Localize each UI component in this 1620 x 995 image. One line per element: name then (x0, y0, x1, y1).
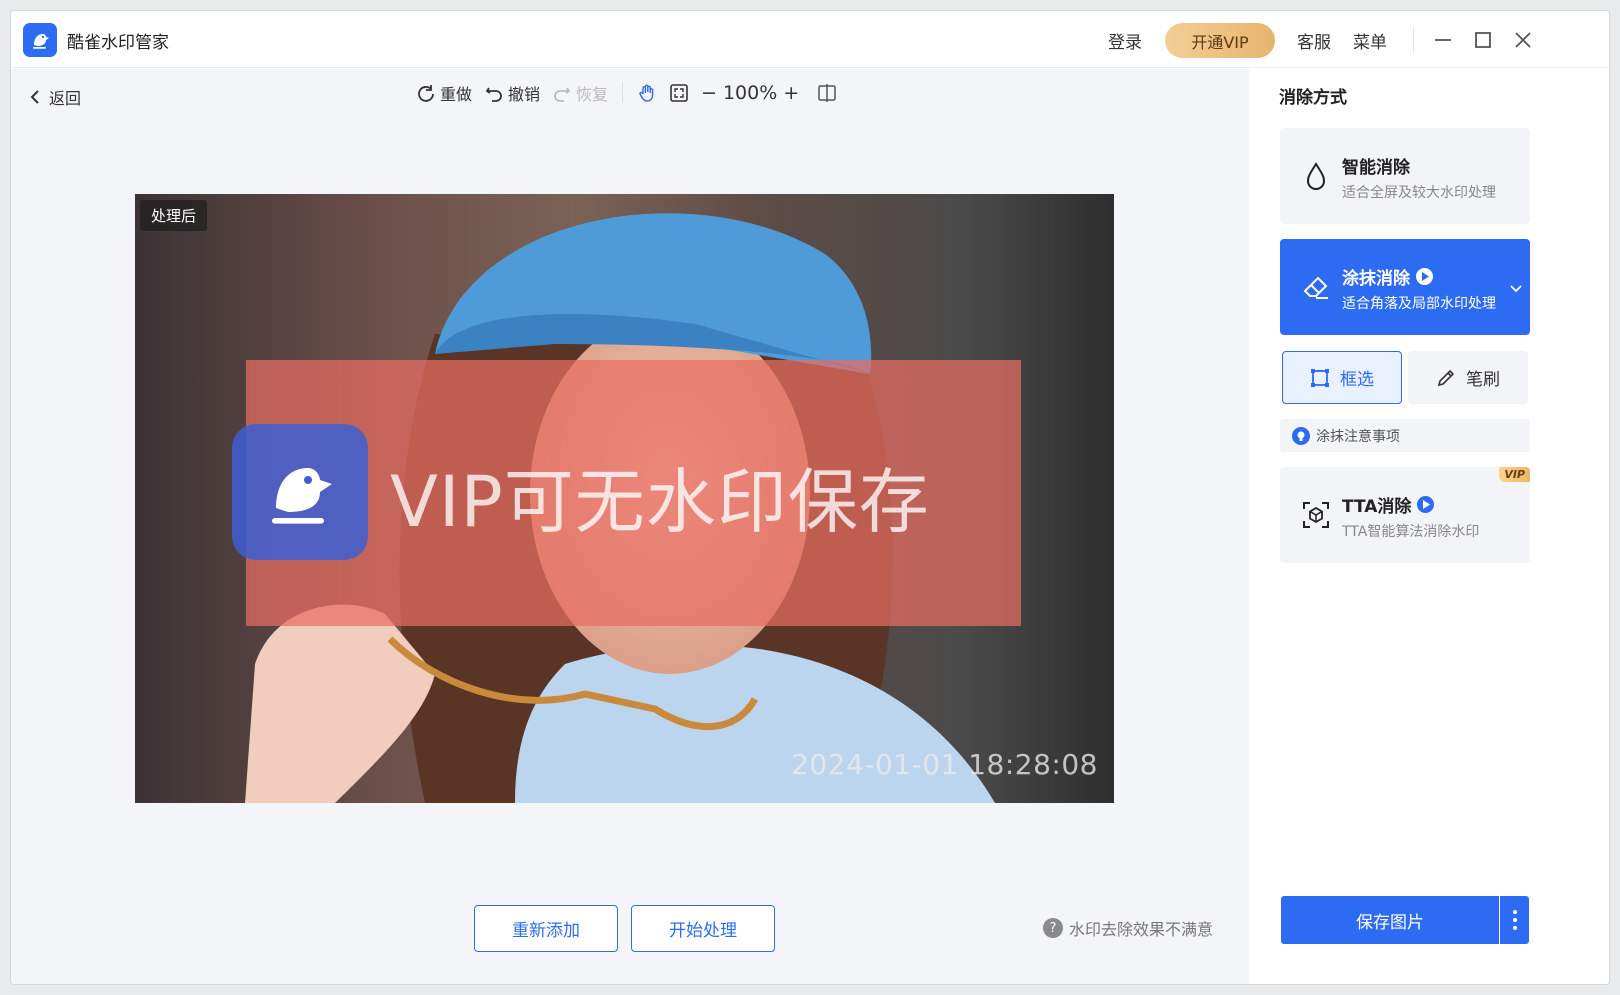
more-options-icon[interactable] (1500, 896, 1529, 944)
zoom-level: 100% (722, 82, 778, 104)
panel-title: 消除方式 (1279, 88, 1347, 108)
feedback-label: 水印去除效果不满意 (1069, 920, 1214, 939)
chevron-left-icon (30, 90, 39, 104)
watermark-logo-icon (232, 424, 368, 560)
divider (1413, 26, 1414, 54)
box-select-icon (1311, 368, 1329, 387)
notice-label: 涂抹注意事项 (1316, 428, 1400, 445)
fit-screen-icon (669, 83, 689, 103)
compare-button[interactable] (817, 83, 837, 103)
preview-image[interactable]: 处理后 VIP可无水印保存 2024-01-01 18:28:08 (135, 194, 1114, 803)
question-icon: ? (1043, 918, 1063, 938)
hand-tool-button[interactable] (637, 83, 657, 103)
brush-mode-button[interactable]: 笔刷 (1408, 351, 1528, 404)
start-processing-button[interactable]: 开始处理 (631, 905, 775, 952)
zoom-in-icon[interactable]: + (783, 82, 799, 104)
toolbar-divider (622, 83, 624, 103)
removal-method-panel: 消除方式 智能消除 适合全屏及较大水印处理 涂抹消除 适合角落及局部水印处理 框… (1249, 69, 1609, 984)
login-link[interactable]: 登录 (1108, 28, 1142, 53)
processed-badge: 处理后 (140, 200, 208, 231)
re-add-button[interactable]: 重新添加 (474, 905, 618, 952)
undo-label: 撤销 (508, 85, 541, 104)
open-vip-button[interactable]: 开通VIP (1165, 23, 1275, 58)
method-name: TTA消除 (1342, 497, 1412, 517)
play-tutorial-icon[interactable] (1417, 496, 1435, 513)
title-bar: 酷雀水印管家 登录 开通VIP 客服 菜单 (11, 11, 1609, 68)
method-name: 涂抹消除 (1342, 269, 1410, 289)
edit-toolbar: 重做 撤销 恢复 − 100% + (416, 79, 849, 107)
canvas-area: 返回 重做 撤销 恢复 − 100% + 处理后 VIP可无水印保存 2024-… (11, 69, 1249, 984)
redo-icon (416, 83, 436, 103)
redo-button[interactable]: 重做 (416, 81, 472, 105)
minimize-icon[interactable] (1429, 26, 1457, 54)
box-select-label: 框选 (1340, 370, 1374, 390)
undo-button[interactable]: 撤销 (484, 81, 540, 105)
method-tta-remove[interactable]: VIP TTA消除 TTA智能算法消除水印 (1280, 467, 1530, 563)
compare-icon (817, 83, 837, 103)
play-tutorial-icon[interactable] (1416, 268, 1433, 285)
smear-notice-link[interactable]: 涂抹注意事项 (1280, 419, 1530, 452)
scan-cube-icon (1300, 499, 1332, 531)
customer-service-link[interactable]: 客服 (1297, 28, 1331, 53)
menu-link[interactable]: 菜单 (1353, 28, 1387, 53)
chevron-down-icon[interactable] (1510, 279, 1522, 298)
tip-icon (1292, 426, 1310, 445)
redo-label: 重做 (440, 85, 473, 104)
photo-timestamp: 2024-01-01 18:28:08 (791, 748, 1098, 781)
method-smart-remove[interactable]: 智能消除 适合全屏及较大水印处理 (1280, 128, 1530, 224)
zoom-out-icon[interactable]: − (701, 82, 717, 104)
water-drop-icon (1300, 160, 1332, 192)
restore-label: 恢复 (576, 85, 609, 104)
box-select-mode-button[interactable]: 框选 (1282, 351, 1402, 404)
app-logo-icon (23, 23, 57, 57)
zoom-control: − 100% + (701, 82, 799, 104)
back-button[interactable]: 返回 (29, 85, 81, 109)
method-desc: 适合全屏及较大水印处理 (1342, 185, 1496, 201)
method-smear-remove[interactable]: 涂抹消除 适合角落及局部水印处理 (1280, 239, 1530, 335)
undo-icon (484, 83, 504, 103)
feedback-link[interactable]: ? 水印去除效果不满意 (1043, 916, 1213, 940)
back-label: 返回 (49, 89, 82, 108)
brush-label: 笔刷 (1466, 370, 1500, 390)
vip-tag: VIP (1499, 467, 1530, 482)
method-desc: TTA智能算法消除水印 (1342, 524, 1480, 540)
method-name: 智能消除 (1342, 158, 1410, 178)
brush-icon (1437, 369, 1455, 386)
restore-icon (552, 83, 572, 103)
app-window: 酷雀水印管家 登录 开通VIP 客服 菜单 返回 重做 撤销 恢复 − 100%… (10, 10, 1610, 985)
save-image-button[interactable]: 保存图片 (1281, 896, 1499, 944)
close-icon[interactable] (1509, 26, 1537, 54)
restore-button[interactable]: 恢复 (552, 81, 608, 105)
app-title: 酷雀水印管家 (67, 33, 169, 53)
hand-icon (637, 83, 657, 103)
maximize-icon[interactable] (1469, 26, 1497, 54)
method-desc: 适合角落及局部水印处理 (1342, 296, 1496, 312)
eraser-icon (1300, 271, 1332, 303)
watermark-text: VIP可无水印保存 (390, 461, 930, 543)
fit-screen-button[interactable] (669, 83, 689, 103)
